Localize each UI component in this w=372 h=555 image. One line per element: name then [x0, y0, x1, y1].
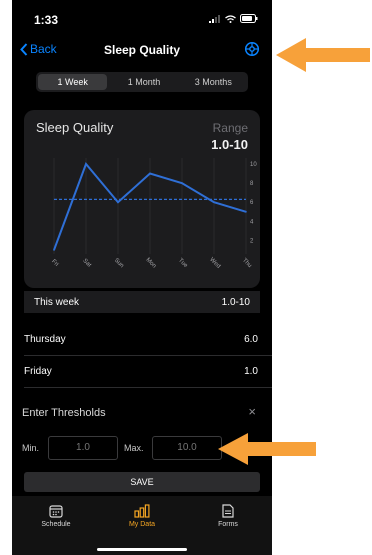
tab-label: Schedule — [41, 521, 71, 528]
segment-3-months[interactable]: 3 Months — [179, 72, 248, 92]
summary-row: This week 1.0-10 — [24, 291, 260, 313]
chart-card: Sleep Quality Range 1.0-10 2 4 6 8 10 Fri Sat S… — [24, 110, 260, 288]
document-icon — [222, 504, 234, 518]
segment-1-month[interactable]: 1 Month — [109, 72, 178, 92]
y-tick-label: 4 — [250, 219, 254, 225]
data-point — [53, 249, 55, 251]
data-point — [85, 163, 87, 165]
day-label: Friday — [24, 366, 52, 377]
tab-schedule[interactable]: Schedule — [26, 504, 86, 528]
min-label: Min. — [22, 443, 40, 453]
summary-value: 1.0-10 — [221, 297, 250, 308]
navigation-bar: Back Sleep Quality — [12, 40, 272, 64]
divider — [24, 387, 272, 388]
x-tick-label: Sun — [113, 257, 125, 269]
data-point — [149, 172, 151, 175]
signal-icon — [209, 14, 220, 23]
time-range-segmented-control: 1 Week 1 Month 3 Months — [36, 72, 248, 92]
segment-1-week[interactable]: 1 Week — [38, 74, 108, 90]
phone-screen: 1:33 Back Sleep Quality 1 Week 1 Month 3… — [12, 0, 272, 555]
annotation-arrow-icon — [276, 38, 370, 72]
close-icon[interactable]: × — [248, 404, 256, 419]
day-label: Thursday — [24, 334, 66, 345]
tab-bar: Schedule My Data Forms — [12, 496, 272, 555]
x-tick-label: Mon — [144, 257, 156, 269]
annotation-arrow-icon — [218, 433, 316, 465]
bar-chart-icon — [134, 504, 150, 518]
x-tick-label: Thu — [241, 258, 253, 270]
day-value: 1.0 — [244, 366, 258, 377]
data-point — [245, 210, 247, 213]
thresholds-title: Enter Thresholds — [22, 407, 106, 419]
y-tick-label: 6 — [250, 200, 254, 206]
data-point — [181, 182, 183, 184]
list-item: Thursday 6.0 — [12, 334, 272, 348]
x-tick-label: Tue — [177, 258, 189, 270]
wifi-icon — [225, 14, 236, 23]
y-tick-label: 2 — [250, 238, 254, 244]
home-indicator — [97, 548, 187, 551]
status-bar: 1:33 — [12, 0, 272, 40]
y-tick-label: 8 — [250, 181, 254, 187]
min-threshold-input[interactable] — [48, 436, 118, 460]
x-tick-label: Sat — [81, 258, 92, 269]
data-point — [213, 201, 215, 204]
sleep-quality-line-chart: 2 4 6 8 10 Fri Sat Sun Mon Tue Wed Thu — [50, 158, 257, 270]
tab-my-data[interactable]: My Data — [112, 504, 172, 528]
data-point — [117, 201, 119, 204]
page-title: Sleep Quality — [103, 43, 181, 57]
list-item: Friday 1.0 — [12, 366, 272, 380]
x-tick-label: Fri — [50, 259, 59, 268]
calendar-icon — [49, 505, 63, 518]
status-time: 1:33 — [34, 13, 59, 27]
summary-label: This week — [34, 297, 80, 308]
divider — [24, 355, 272, 356]
max-threshold-input[interactable] — [152, 436, 222, 460]
battery-icon — [240, 14, 258, 23]
gear-icon[interactable] — [244, 41, 260, 57]
tab-label: My Data — [128, 521, 156, 528]
tab-label: Forms — [218, 521, 238, 528]
save-button[interactable]: SAVE — [24, 472, 260, 492]
status-icons — [209, 14, 258, 23]
day-value: 6.0 — [244, 334, 258, 345]
y-tick-label: 10 — [250, 162, 257, 168]
x-tick-label: Wed — [208, 257, 221, 270]
tab-forms[interactable]: Forms — [198, 504, 258, 528]
max-label: Max. — [124, 443, 144, 453]
